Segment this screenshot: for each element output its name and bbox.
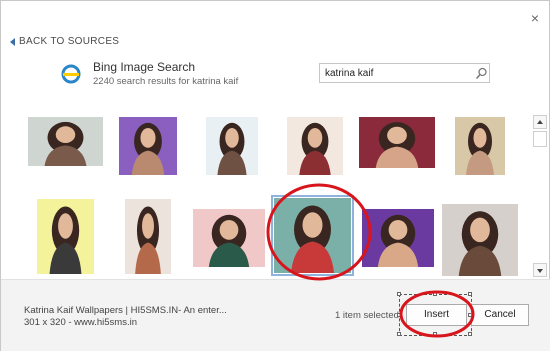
scroll-thumb[interactable] [533,131,547,147]
selection-status: 1 item selected [335,310,399,321]
photo-image [274,198,351,273]
source-title: Bing Image Search [93,60,196,74]
selected-image-title: Katrina Kaif Wallpapers | HI5SMS.IN- An … [24,305,227,316]
selected-image-meta: 301 x 320 - www.hi5sms.in [24,317,137,328]
close-icon: × [530,10,540,26]
search-box[interactable] [319,63,490,83]
image-thumbnail[interactable] [359,117,435,168]
photo-image [362,209,434,267]
bing-logo-icon [61,64,81,84]
cancel-button[interactable]: Cancel [471,304,529,326]
photo-image [37,199,94,274]
back-arrow-icon [10,37,15,46]
photo-image [28,117,103,166]
image-thumbnail[interactable] [362,209,434,267]
insert-button[interactable]: Insert [406,304,467,326]
close-button[interactable]: × [526,9,544,27]
back-to-sources-label: BACK TO SOURCES [19,36,120,47]
image-thumbnail[interactable] [125,199,171,274]
image-thumbnail[interactable] [442,204,518,276]
photo-image [442,204,518,276]
dialog-footer: Katrina Kaif Wallpapers | HI5SMS.IN- An … [1,279,550,351]
image-thumbnail[interactable] [193,209,265,267]
search-results-count: 2240 search results for katrina kaif [93,76,239,87]
photo-image [206,117,258,175]
image-thumbnail[interactable] [28,117,103,166]
photo-image [287,117,343,175]
image-thumbnail[interactable] [119,117,177,175]
photo-image [193,209,265,267]
photo-image [119,117,177,175]
scroll-down-button[interactable] [533,263,547,277]
image-thumbnail[interactable] [271,195,354,276]
image-results-grid [1,101,531,279]
image-thumbnail[interactable] [455,117,505,175]
image-thumbnail[interactable] [287,117,343,175]
image-thumbnail[interactable] [206,117,258,175]
back-to-sources-link[interactable]: BACK TO SOURCES [10,36,119,47]
photo-image [455,117,505,175]
photo-image [125,199,171,274]
results-scrollbar[interactable] [533,115,547,277]
insert-pictures-dialog: × BACK TO SOURCES Bing Image Search 2240… [0,0,550,351]
search-input[interactable] [325,66,465,81]
image-thumbnail[interactable] [37,199,94,274]
photo-image [359,117,435,168]
search-icon[interactable] [475,67,488,80]
scroll-up-button[interactable] [533,115,547,129]
